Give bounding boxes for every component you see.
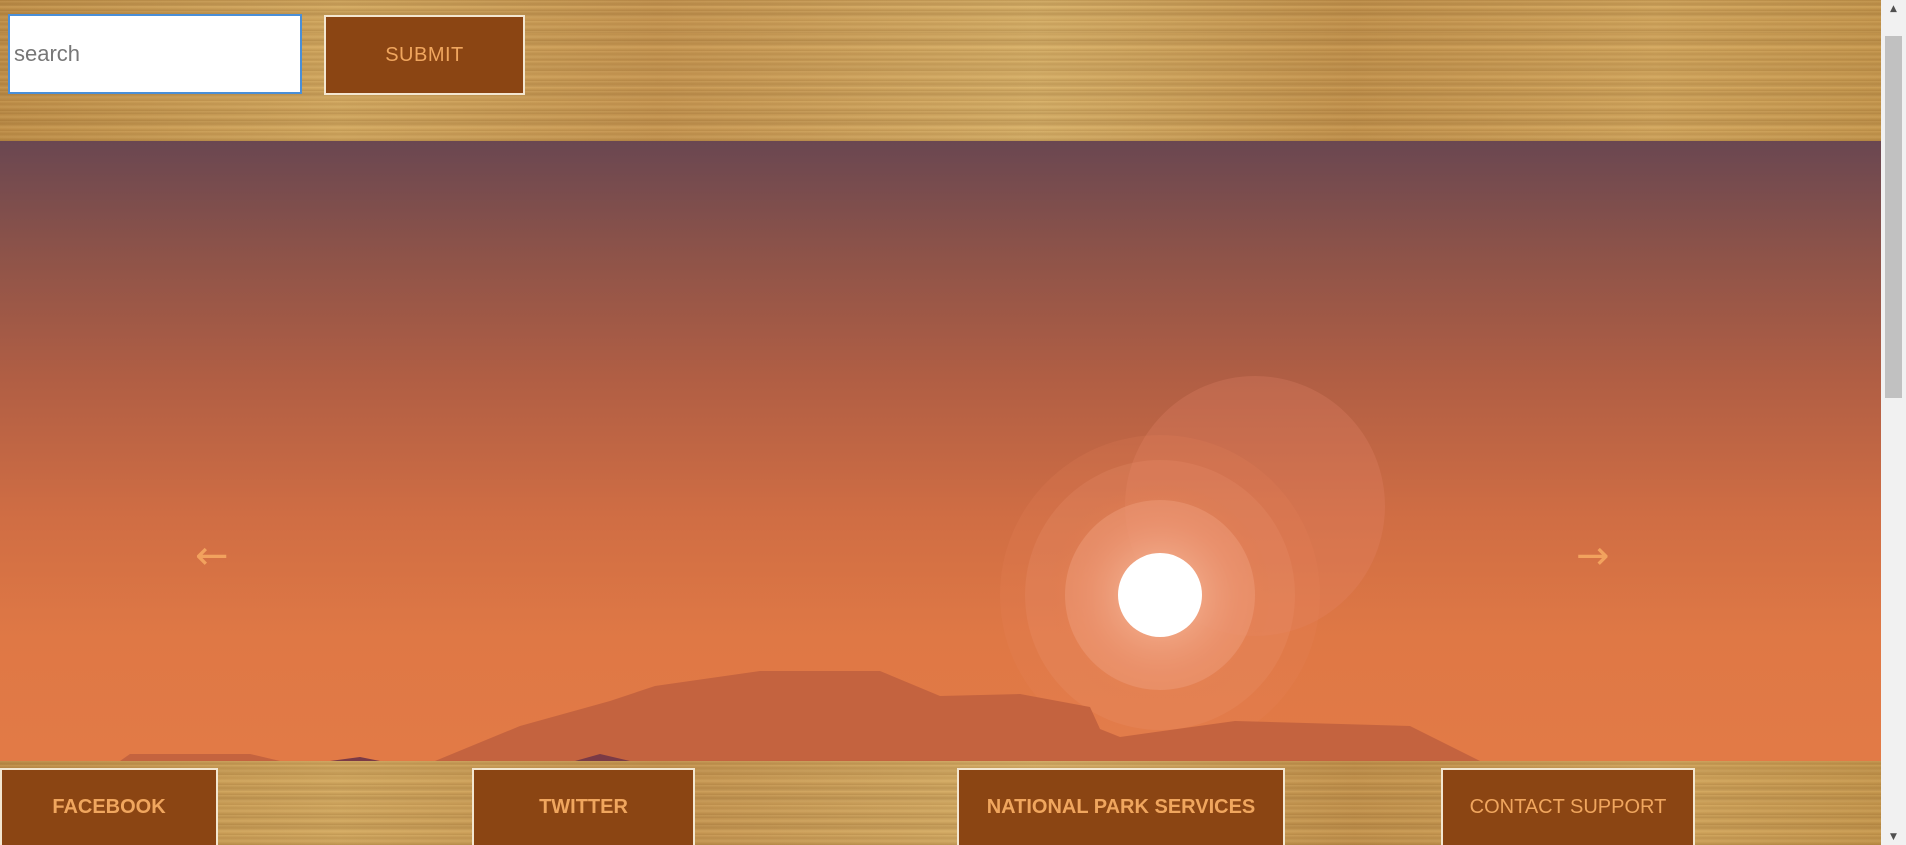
left-arrow-icon[interactable]: ←: [195, 536, 229, 576]
header-bar: SUBMIT: [0, 0, 1881, 141]
right-arrow-icon[interactable]: →: [1576, 536, 1610, 576]
page: SUBMIT ← → FACEBOO: [0, 0, 1906, 845]
sun-shape: [1118, 553, 1202, 637]
vertical-scrollbar[interactable]: ▲ ▼: [1881, 0, 1906, 845]
scrollbar-thumb[interactable]: [1885, 36, 1902, 398]
search-input[interactable]: [8, 14, 302, 94]
contact-support-link[interactable]: CONTACT SUPPORT: [1441, 768, 1695, 845]
submit-button[interactable]: SUBMIT: [324, 15, 525, 95]
footer-bar: FACEBOOK TWITTER NATIONAL PARK SERVICES …: [0, 761, 1881, 845]
scroll-down-icon[interactable]: ▼: [1881, 828, 1906, 845]
national-park-services-link[interactable]: NATIONAL PARK SERVICES: [957, 768, 1285, 845]
sunset-landscape-image: [120, 376, 1480, 761]
facebook-link[interactable]: FACEBOOK: [0, 768, 218, 845]
hero-slider: ← →: [0, 141, 1881, 761]
scroll-up-icon[interactable]: ▲: [1881, 0, 1906, 17]
twitter-link[interactable]: TWITTER: [472, 768, 695, 845]
mountain-silhouette: [435, 671, 1480, 761]
